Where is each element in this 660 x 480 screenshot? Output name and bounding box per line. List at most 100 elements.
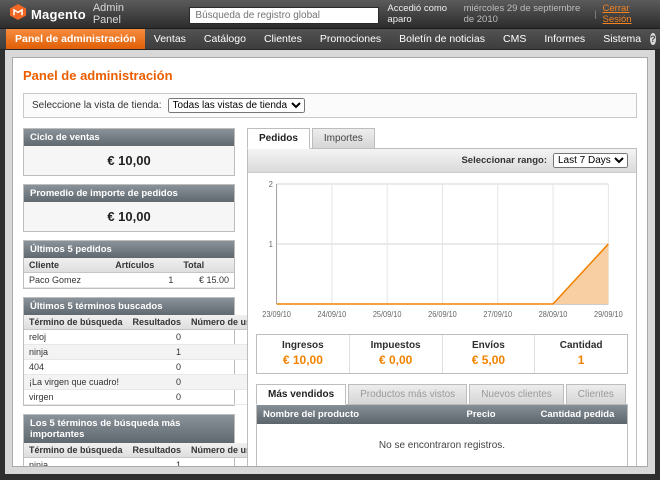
xtick: 29/09/10 bbox=[594, 310, 623, 319]
magento-logo[interactable]: Magento Admin Panel bbox=[10, 2, 129, 26]
nav-item-customers[interactable]: Clientes bbox=[255, 29, 311, 49]
last-orders-table: Cliente Artículos Total Paco Gomez 1 € 1… bbox=[24, 258, 234, 288]
table-row[interactable]: ninja 1 10 bbox=[24, 345, 267, 360]
top-search-terms-table: Término de búsqueda Resultados Número de… bbox=[24, 443, 267, 467]
logout-link[interactable]: Cerrar Sesión bbox=[603, 3, 650, 25]
orders-chart-svg: 2 1 23/09/10 24/09/10 25/09/10 26/09/10 … bbox=[260, 178, 624, 328]
nav-item-cms[interactable]: CMS bbox=[494, 29, 535, 49]
chart-tabs: Pedidos Importes bbox=[247, 128, 637, 149]
xtick: 24/09/10 bbox=[318, 310, 347, 319]
last-search-terms-table: Término de búsqueda Resultados Número de… bbox=[24, 315, 267, 405]
cell-results: 0 bbox=[128, 375, 187, 390]
cell-term: 404 bbox=[24, 360, 128, 375]
stat-label: Envíos bbox=[445, 340, 533, 351]
header-cell: Término de búsqueda bbox=[24, 443, 128, 458]
avg-order-value: € 10,00 bbox=[24, 202, 234, 231]
sales-cycle-box: Ciclo de ventas € 10,00 bbox=[23, 128, 235, 176]
stat-label: Cantidad bbox=[537, 340, 625, 351]
top-header: Magento Admin Panel Accedió como aparo m… bbox=[0, 0, 660, 29]
table-header-row: Término de búsqueda Resultados Número de… bbox=[24, 443, 267, 458]
table-row[interactable]: ninja 1 10 bbox=[24, 458, 267, 468]
last-orders-title: Últimos 5 pedidos bbox=[24, 241, 234, 258]
sales-cycle-value: € 10,00 bbox=[24, 146, 234, 175]
table-header-row: Término de búsqueda Resultados Número de… bbox=[24, 315, 267, 330]
header-cell: Cliente bbox=[24, 258, 110, 273]
tab-bestsellers[interactable]: Más vendidos bbox=[256, 384, 346, 405]
store-view-select[interactable]: Todas las vistas de tienda bbox=[168, 98, 305, 113]
help-link[interactable]: ? Obtener ayuda para esta página bbox=[650, 29, 660, 49]
cell-term: ninja bbox=[24, 458, 128, 468]
nav-item-newsletter[interactable]: Boletín de noticias bbox=[390, 29, 494, 49]
stat-revenue: Ingresos € 10,00 bbox=[257, 335, 349, 373]
tab-orders[interactable]: Pedidos bbox=[247, 128, 310, 149]
content-area: Panel de administración Seleccione la vi… bbox=[5, 50, 655, 474]
tab-amounts[interactable]: Importes bbox=[312, 128, 375, 149]
cell-total: € 15.00 bbox=[178, 273, 234, 288]
last-search-terms-title: Últimos 5 términos buscados bbox=[24, 298, 234, 315]
logged-in-as: Accedió como aparo bbox=[387, 3, 457, 25]
products-grid: Nombre del producto Precio Cantidad pedi… bbox=[257, 405, 627, 467]
range-bar: Seleccionar rango: Last 7 Days bbox=[248, 149, 636, 173]
cell-results: 1 bbox=[128, 458, 187, 468]
header-cell: Nombre del producto bbox=[257, 405, 461, 424]
cell-results: 0 bbox=[128, 330, 187, 345]
header-cell: Resultados bbox=[128, 443, 187, 458]
dashboard-grid: Ciclo de ventas € 10,00 Promedio de impo… bbox=[23, 128, 637, 467]
xtick: 28/09/10 bbox=[539, 310, 568, 319]
nav-item-sales[interactable]: Ventas bbox=[145, 29, 195, 49]
header-user-area: Accedió como aparo miércoles 29 de septi… bbox=[387, 3, 650, 25]
cell-results: 0 bbox=[128, 390, 187, 405]
last-orders-box: Últimos 5 pedidos Cliente Artículos Tota… bbox=[23, 240, 235, 289]
table-row[interactable]: Paco Gomez 1 € 15.00 bbox=[24, 273, 234, 288]
xtick: 25/09/10 bbox=[373, 310, 402, 319]
table-header-row: Cliente Artículos Total bbox=[24, 258, 234, 273]
stat-value: € 5,00 bbox=[445, 353, 533, 367]
nav-item-promotions[interactable]: Promociones bbox=[311, 29, 390, 49]
last-search-terms-box: Últimos 5 términos buscados Término de b… bbox=[23, 297, 235, 406]
table-row[interactable]: reloj 0 2 bbox=[24, 330, 267, 345]
cell-customer: Paco Gomez bbox=[24, 273, 110, 288]
header-cell: Cantidad pedida bbox=[535, 405, 628, 424]
stat-value: € 0,00 bbox=[352, 353, 440, 367]
nav-item-reports[interactable]: Informes bbox=[535, 29, 594, 49]
grid-header-row: Nombre del producto Precio Cantidad pedi… bbox=[257, 405, 627, 424]
header-cell: Artículos bbox=[110, 258, 178, 273]
dashboard-left-column: Ciclo de ventas € 10,00 Promedio de impo… bbox=[23, 128, 235, 467]
global-search-input[interactable] bbox=[189, 7, 379, 24]
nav-item-catalog[interactable]: Catálogo bbox=[195, 29, 255, 49]
products-grid-box: Nombre del producto Precio Cantidad pedi… bbox=[256, 404, 628, 467]
table-row[interactable]: 404 0 1 bbox=[24, 360, 267, 375]
sales-cycle-title: Ciclo de ventas bbox=[24, 129, 234, 146]
cell-term: virgen bbox=[24, 390, 128, 405]
chart-panel: Seleccionar rango: Last 7 Days bbox=[247, 148, 637, 467]
nav-item-system[interactable]: Sistema bbox=[594, 29, 650, 49]
cell-items: 1 bbox=[110, 273, 178, 288]
magento-logo-icon bbox=[10, 4, 26, 25]
logo-subtitle: Admin Panel bbox=[93, 2, 130, 26]
tab-customers[interactable]: Clientes bbox=[566, 384, 626, 405]
table-row[interactable]: ¡La virgen que cuadro! 0 2 bbox=[24, 375, 267, 390]
xtick: 26/09/10 bbox=[428, 310, 457, 319]
cell-term: ninja bbox=[24, 345, 128, 360]
avg-order-title: Promedio de importe de pedidos bbox=[24, 185, 234, 202]
main-nav: Panel de administración Ventas Catálogo … bbox=[0, 29, 660, 50]
stat-quantity: Cantidad 1 bbox=[534, 335, 627, 373]
range-select[interactable]: Last 7 Days bbox=[553, 153, 628, 168]
stat-label: Impuestos bbox=[352, 340, 440, 351]
totals-bar: Ingresos € 10,00 Impuestos € 0,00 Envíos… bbox=[256, 334, 628, 374]
dashboard-right-column: Pedidos Importes Seleccionar rango: Last… bbox=[247, 128, 637, 467]
stat-tax: Impuestos € 0,00 bbox=[349, 335, 442, 373]
cell-term: reloj bbox=[24, 330, 128, 345]
tab-most-viewed[interactable]: Productos más vistos bbox=[348, 384, 467, 405]
tab-new-customers[interactable]: Nuevos clientes bbox=[469, 384, 564, 405]
nav-item-dashboard[interactable]: Panel de administración bbox=[6, 29, 145, 49]
header-cell: Término de búsqueda bbox=[24, 315, 128, 330]
empty-message: No se encontraron registros. bbox=[257, 424, 627, 467]
header-cell: Resultados bbox=[128, 315, 187, 330]
xtick: 23/09/10 bbox=[262, 310, 291, 319]
stat-value: 1 bbox=[537, 353, 625, 367]
stat-label: Ingresos bbox=[259, 340, 347, 351]
range-label: Seleccionar rango: bbox=[461, 155, 547, 166]
logo-text: Magento bbox=[31, 7, 86, 22]
table-row[interactable]: virgen 0 1 bbox=[24, 390, 267, 405]
